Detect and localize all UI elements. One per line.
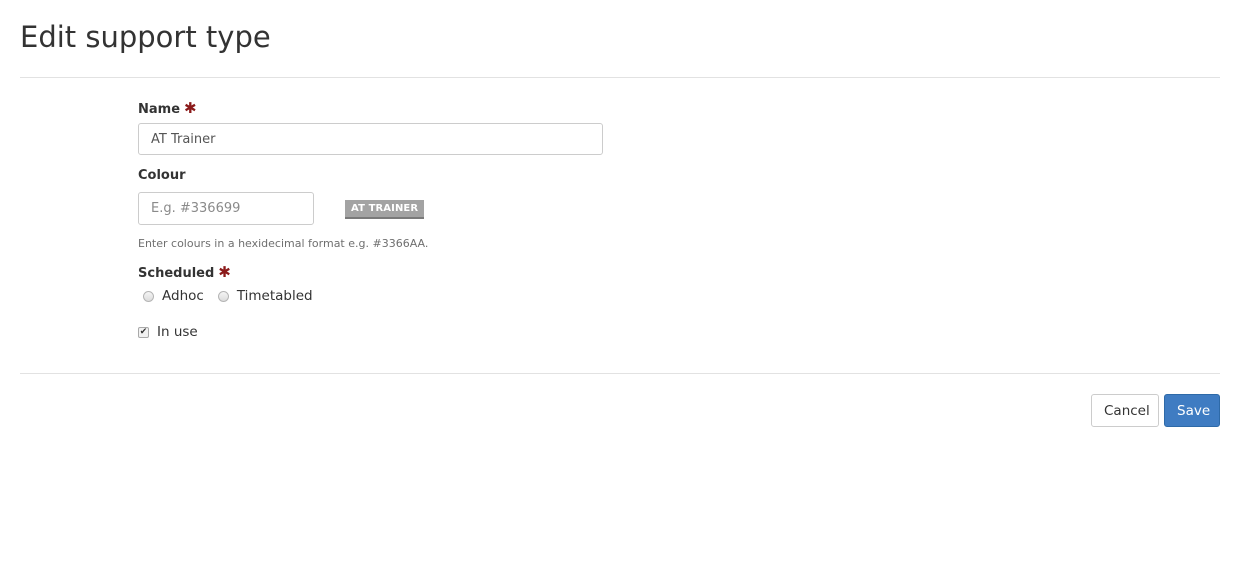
save-button[interactable]: Save [1164, 394, 1220, 427]
scheduled-label-text: Scheduled [138, 266, 215, 281]
radio-adhoc-label: Adhoc [162, 288, 204, 304]
scheduled-radio-group: Adhoc Timetabled [143, 288, 327, 304]
radio-button-icon[interactable] [217, 290, 229, 302]
radio-button-icon[interactable] [143, 290, 154, 302]
header-divider [20, 77, 1220, 78]
name-input[interactable] [138, 123, 603, 155]
required-icon: ✱ [184, 99, 197, 117]
required-icon: ✱ [218, 263, 231, 281]
colour-label: Colour [138, 168, 186, 183]
checkmark-icon: ✔ [139, 326, 148, 337]
name-label-text: Name [138, 102, 181, 117]
footer-divider [20, 373, 1220, 374]
in-use-label: In use [157, 324, 198, 340]
name-label: Name ✱ [138, 99, 197, 117]
radio-adhoc[interactable]: Adhoc [143, 288, 204, 304]
radio-timetabled-label: Timetabled [236, 288, 313, 304]
radio-timetabled[interactable]: Timetabled [217, 288, 313, 304]
page-title: Edit support type [20, 20, 271, 54]
scheduled-label: Scheduled ✱ [138, 263, 231, 281]
cancel-button[interactable]: Cancel [1091, 394, 1159, 427]
in-use-checkbox[interactable]: ✔ [138, 326, 149, 338]
in-use-checkbox-row[interactable]: ✔ In use [138, 324, 198, 340]
colour-input[interactable] [138, 192, 314, 225]
colour-preview-badge: AT TRAINER [345, 200, 425, 219]
colour-help-text: Enter colours in a hexidecimal format e.… [138, 237, 429, 250]
